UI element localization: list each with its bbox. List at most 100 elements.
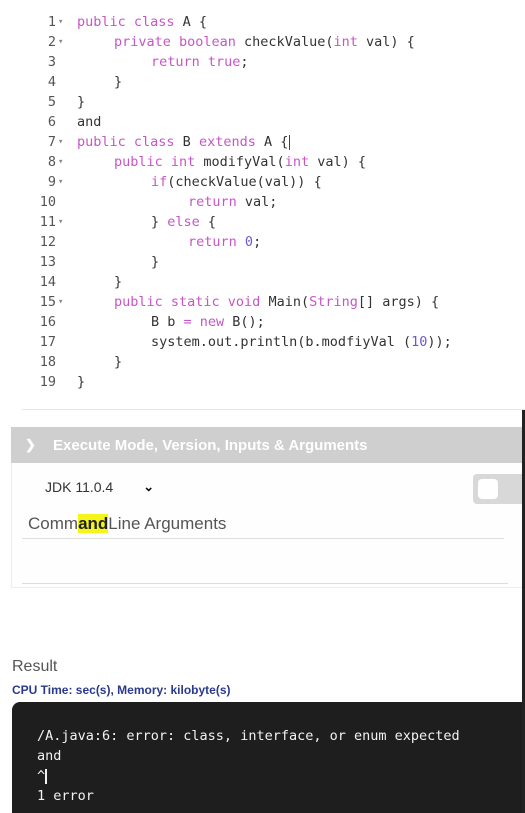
- code-line[interactable]: 5}: [0, 92, 525, 112]
- label-part: Comm: [28, 514, 79, 533]
- code-text: }: [151, 252, 159, 272]
- line-number: 6: [47, 114, 56, 130]
- line-number: 9: [47, 174, 56, 190]
- fold-arrow-icon[interactable]: ▾: [58, 152, 70, 172]
- line-number: 5: [47, 94, 56, 110]
- code-line[interactable]: 14}: [0, 272, 525, 292]
- code-text: private boolean checkValue(int val) {: [114, 32, 415, 52]
- fold-arrow-icon[interactable]: ▾: [58, 32, 70, 52]
- fold-arrow-icon[interactable]: ▾: [58, 132, 70, 152]
- keyword-token: = new: [183, 314, 225, 330]
- code-token: B: [174, 134, 199, 150]
- code-token: }: [114, 74, 123, 90]
- line-number: 1: [47, 14, 56, 30]
- code-token: }: [151, 214, 168, 230]
- code-line[interactable]: 1 ▾ public class A {: [0, 12, 525, 32]
- code-line[interactable]: 18}: [0, 352, 525, 372]
- code-line[interactable]: 6 and: [0, 112, 525, 132]
- code-line[interactable]: 4}: [0, 72, 525, 92]
- keyword-token: return: [188, 234, 237, 250]
- accordion-title: Execute Mode, Version, Inputs & Argument…: [53, 436, 368, 454]
- execute-options-accordion[interactable]: ❯ Execute Mode, Version, Inputs & Argume…: [11, 427, 525, 463]
- code-text: public class B extends A {: [77, 132, 291, 152]
- keyword-token: String: [309, 294, 358, 310]
- code-token: [] args) {: [357, 294, 440, 310]
- search-highlight: and: [78, 514, 109, 533]
- code-token: }: [77, 374, 86, 390]
- number-token: 10: [411, 334, 428, 350]
- interactive-mode-toggle[interactable]: [473, 474, 525, 504]
- keyword-token: return: [188, 194, 237, 210]
- output-line: /A.java:6: error: class, interface, or e…: [37, 728, 460, 744]
- line-number: 10: [39, 194, 56, 210]
- code-token: B();: [224, 314, 265, 330]
- code-token: A {: [255, 134, 289, 150]
- chevron-down-icon: ⌄: [143, 479, 155, 494]
- code-line[interactable]: 15 ▾ public static void Main(String[] args…: [0, 292, 525, 312]
- code-line[interactable]: 13}: [0, 252, 525, 272]
- code-text: public int modifyVal(int val) {: [114, 152, 366, 172]
- keyword-token: public class: [77, 14, 175, 30]
- line-number: 2: [47, 34, 56, 50]
- code-text: B b = new B();: [151, 312, 265, 332]
- code-token: checkValue(: [235, 34, 334, 50]
- code-line[interactable]: 10 return val;: [0, 192, 525, 212]
- code-line[interactable]: 3 return true;: [0, 52, 525, 72]
- code-text: return true;: [151, 52, 249, 72]
- code-text: system.out.println(b.modfiyVal (10));: [151, 332, 452, 352]
- keyword-token: else: [167, 214, 200, 230]
- code-text: }: [114, 72, 122, 92]
- code-token: }: [114, 354, 123, 370]
- jdk-version-value: JDK 11.0.4: [45, 479, 114, 495]
- code-token: ;: [240, 54, 249, 70]
- command-line-arguments-label: CommandLine Arguments: [28, 514, 226, 534]
- fold-arrow-icon[interactable]: ▾: [58, 12, 70, 32]
- code-line[interactable]: 17 system.out.println(b.modfiyVal (10));: [0, 332, 525, 352]
- keyword-token: int: [333, 34, 358, 50]
- code-token: Main(: [260, 294, 310, 310]
- toggle-knob: [478, 479, 498, 499]
- line-number: 3: [47, 54, 56, 70]
- code-line[interactable]: 7 ▾ public class B extends A {: [0, 132, 525, 152]
- code-line[interactable]: 12 return 0;: [0, 232, 525, 252]
- code-token: (checkValue(val)) {: [167, 174, 322, 190]
- result-stats: CPU Time: sec(s), Memory: kilobyte(s): [12, 683, 231, 697]
- code-line[interactable]: 16 B b = new B();: [0, 312, 525, 332]
- keyword-token: public static void: [114, 294, 261, 310]
- line-number: 14: [39, 274, 56, 290]
- line-number: 4: [47, 74, 56, 90]
- code-token: modifyVal(: [195, 154, 285, 170]
- jdk-version-select[interactable]: JDK 11.0.4 ⌄: [45, 472, 185, 502]
- label-part: Line Arguments: [108, 514, 227, 533]
- code-text: return 0;: [188, 232, 261, 252]
- code-text: }: [77, 372, 85, 392]
- command-line-arguments-input[interactable]: [22, 541, 508, 584]
- code-line[interactable]: 2 ▾ private boolean checkValue(int val) {: [0, 32, 525, 52]
- fold-arrow-icon[interactable]: ▾: [58, 172, 70, 192]
- code-text: } else {: [151, 212, 216, 232]
- code-token: system.out.println(b.modfiyVal (: [151, 334, 412, 350]
- code-text: public static void Main(String[] args) {: [114, 292, 439, 312]
- code-text: return val;: [188, 192, 277, 212]
- code-text: }: [77, 92, 85, 112]
- code-line[interactable]: 19}: [0, 372, 525, 392]
- code-editor[interactable]: 1 ▾ public class A {2 ▾ private boolean chec…: [0, 0, 525, 410]
- result-heading: Result: [12, 658, 58, 675]
- output-line: and: [37, 748, 62, 764]
- code-line[interactable]: 11 ▾} else {: [0, 212, 525, 232]
- output-terminal[interactable]: /A.java:6: error: class, interface, or e…: [12, 702, 525, 813]
- editor-divider: [22, 409, 525, 410]
- code-token: val) {: [357, 34, 415, 50]
- code-token: val) {: [309, 154, 366, 170]
- code-line[interactable]: 9 ▾ if(checkValue(val)) {: [0, 172, 525, 192]
- fold-arrow-icon[interactable]: ▾: [58, 212, 70, 232]
- fold-arrow-icon[interactable]: ▾: [58, 292, 70, 312]
- code-token: {: [199, 214, 217, 230]
- code-token: }: [77, 94, 86, 110]
- output-line: ^: [37, 768, 48, 784]
- code-text: and: [77, 112, 101, 132]
- keyword-token: if: [151, 174, 168, 190]
- code-line[interactable]: 8 ▾ public int modifyVal(int val) {: [0, 152, 525, 172]
- code-token: A {: [174, 14, 208, 30]
- label-underline: [22, 538, 504, 539]
